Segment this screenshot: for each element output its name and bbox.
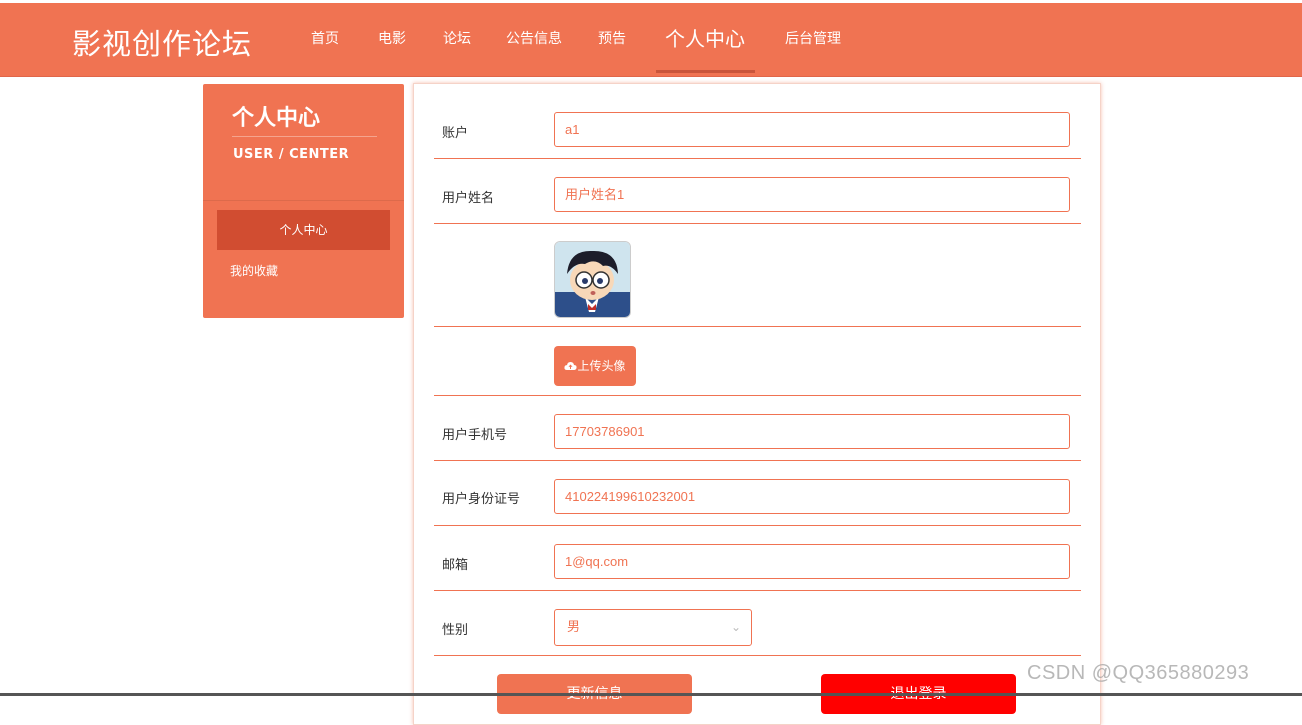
email-field[interactable]: 1@qq.com xyxy=(554,544,1070,579)
site-title: 影视创作论坛 xyxy=(72,27,253,61)
username-label: 用户姓名 xyxy=(442,191,495,206)
idcard-label: 用户身份证号 xyxy=(442,492,521,507)
account-label: 账户 xyxy=(442,126,469,141)
nav-item-forum[interactable]: 论坛 xyxy=(443,3,471,76)
sidebar-title: 个人中心 xyxy=(232,106,321,131)
cloud-upload-icon xyxy=(564,362,578,370)
sidebar: 个人中心 USER / CENTER 个人中心 我的收藏 xyxy=(203,84,404,318)
top-navbar: 影视创作论坛 首页 电影 论坛 公告信息 预告 个人中心 后台管理 xyxy=(0,3,1302,77)
avatar xyxy=(554,241,631,318)
sidebar-item-favorites[interactable]: 我的收藏 xyxy=(230,262,278,279)
sidebar-subtitle: USER / CENTER xyxy=(233,147,350,162)
account-field[interactable]: a1 xyxy=(554,112,1070,147)
nav-item-trailers[interactable]: 预告 xyxy=(598,3,626,76)
row-divider xyxy=(434,223,1081,224)
nav-item-admin[interactable]: 后台管理 xyxy=(785,3,841,76)
row-divider xyxy=(434,590,1081,591)
row-divider xyxy=(434,655,1081,656)
username-field[interactable]: 用户姓名1 xyxy=(554,177,1070,212)
nav-item-announcements[interactable]: 公告信息 xyxy=(506,3,562,76)
idcard-field[interactable]: 410224199610232001 xyxy=(554,479,1070,514)
row-divider xyxy=(434,525,1081,526)
phone-field[interactable]: 17703786901 xyxy=(554,414,1070,449)
sidebar-separator xyxy=(203,200,404,201)
profile-form-panel: 账户 a1 用户姓名 用户姓名1 上传头像 用户手机号 17703786901 … xyxy=(413,83,1101,725)
watermark: CSDN @QQ365880293 xyxy=(1027,662,1250,684)
phone-label: 用户手机号 xyxy=(442,428,508,443)
nav-item-personal-center[interactable]: 个人中心 xyxy=(665,3,745,76)
sidebar-item-personal-center[interactable]: 个人中心 xyxy=(217,210,390,250)
nav-active-indicator xyxy=(656,70,755,73)
row-divider xyxy=(434,158,1081,159)
chevron-down-icon: ⌄ xyxy=(730,620,741,634)
sidebar-divider xyxy=(232,136,377,137)
upload-avatar-label: 上传头像 xyxy=(577,359,626,373)
nav-item-movies[interactable]: 电影 xyxy=(378,3,406,76)
row-divider xyxy=(434,326,1081,327)
avatar-image xyxy=(555,242,630,317)
row-divider xyxy=(434,395,1081,396)
nav-item-home[interactable]: 首页 xyxy=(311,3,339,76)
email-label: 邮箱 xyxy=(442,558,469,573)
gender-label: 性别 xyxy=(442,623,469,638)
gender-value: 男 xyxy=(567,620,581,635)
upload-avatar-button[interactable]: 上传头像 xyxy=(554,346,636,386)
row-divider xyxy=(434,460,1081,461)
gender-select[interactable]: 男 ⌄ xyxy=(554,609,752,646)
